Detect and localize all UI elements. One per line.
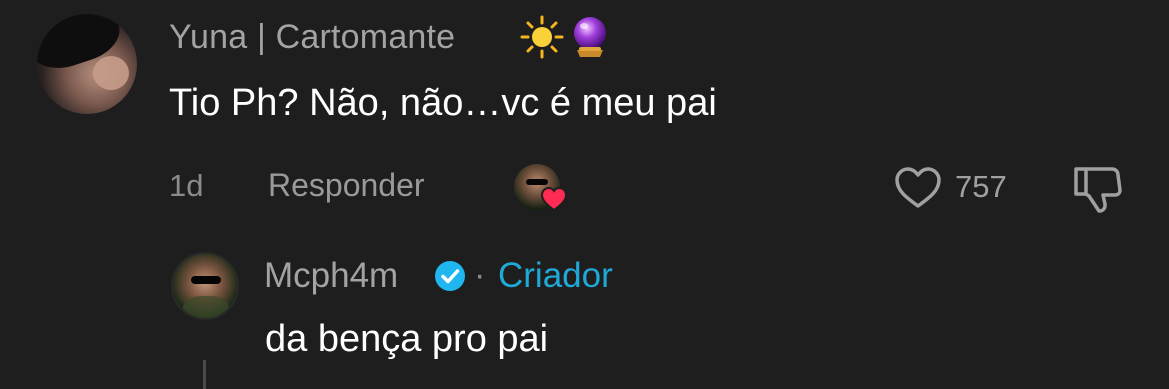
avatar-body xyxy=(183,296,229,318)
creator-tag: Criador xyxy=(498,256,613,295)
dislike-thumbs-down-icon[interactable] xyxy=(1070,164,1124,214)
sunglasses-shape xyxy=(526,179,548,185)
crystal-ball-emoji-icon xyxy=(574,17,606,57)
heart-icon xyxy=(540,186,568,212)
comment-text: Tio Ph? Não, não…vc é meu pai xyxy=(169,82,717,124)
reply-username[interactable]: Mcph4m xyxy=(264,256,398,296)
thread-line xyxy=(203,360,206,389)
avatar-face xyxy=(93,56,129,90)
creator-avatar[interactable] xyxy=(171,252,239,320)
like-heart-icon[interactable] xyxy=(893,166,943,210)
like-count: 757 xyxy=(955,169,1007,204)
sun-emoji-icon xyxy=(520,15,564,59)
liked-by-creator-badge xyxy=(514,164,576,214)
sunglasses-shape xyxy=(191,276,221,284)
comment-time: 1d xyxy=(169,168,204,203)
avatar[interactable] xyxy=(37,14,137,114)
separator-dot: · xyxy=(474,256,486,294)
reply-button[interactable]: Responder xyxy=(268,167,425,204)
verified-badge-icon xyxy=(435,261,465,291)
comment-thread: Yuna | Cartomante Tio Ph? Não, não…vc é … xyxy=(0,0,1169,389)
comment-username[interactable]: Yuna | Cartomante xyxy=(169,18,455,57)
reply-text: da bença pro pai xyxy=(265,318,549,360)
